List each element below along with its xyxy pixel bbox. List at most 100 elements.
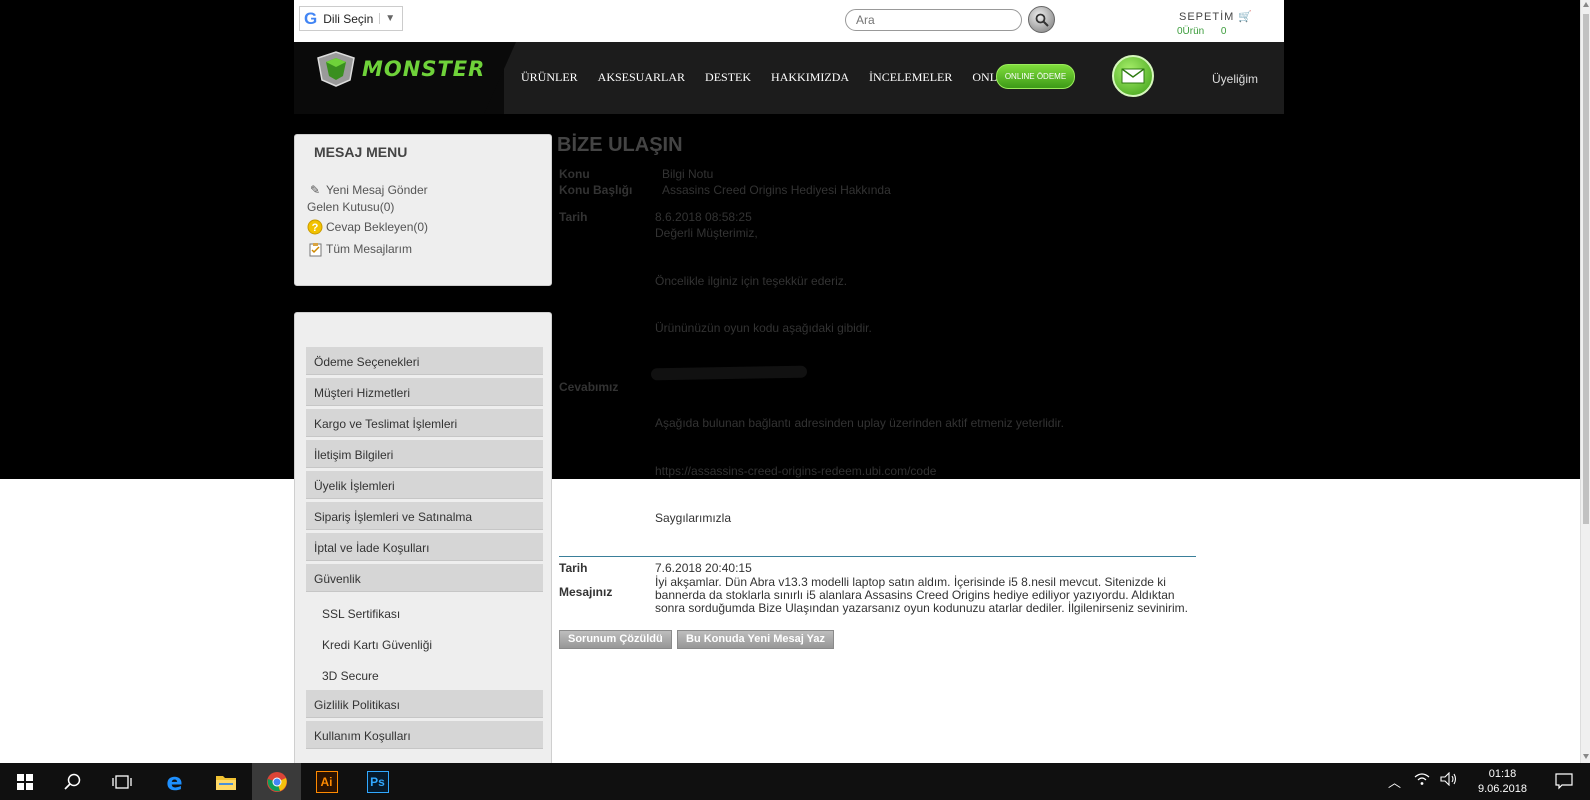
top-bar: G Dili Seçin ▼ SEPETİM🛒 0Ürün 0 (294, 0, 1284, 42)
sidebar-subitem-ssl[interactable]: SSL Sertifikası (322, 607, 400, 621)
question-icon: ? (307, 219, 323, 235)
reply-line: Değerli Müşterimiz, (655, 226, 758, 240)
nav-menu: ÜRÜNLER AKSESUARLAR DESTEK HAKKIMIZDA İN… (521, 70, 1052, 85)
taskbar-search-button[interactable] (48, 763, 97, 800)
vertical-scrollbar[interactable] (1580, 0, 1590, 763)
scrollbar-thumb[interactable] (1583, 14, 1589, 524)
cart-title-text: SEPETİM (1179, 11, 1235, 23)
nav-item-urunler[interactable]: ÜRÜNLER (521, 70, 578, 85)
sidebar-item-orders[interactable]: Sipariş İşlemleri ve Satınalma (306, 502, 543, 530)
reply-line: Saygılarımızla (655, 511, 732, 525)
user-message-label: Mesajınız (559, 585, 613, 599)
new-message-on-topic-button[interactable]: Bu Konuda Yeni Mesaj Yaz (677, 630, 834, 649)
sidebar-item-cancel-return[interactable]: İptal ve İade Koşulları (306, 533, 543, 561)
svg-text:?: ? (312, 222, 319, 234)
scroll-down-arrow-icon[interactable] (1583, 754, 1589, 759)
folder-icon (215, 775, 236, 790)
cart-summary: 0Ürün 0 (1177, 26, 1226, 37)
taskbar-file-explorer[interactable] (201, 763, 250, 800)
taskbar-photoshop[interactable]: Ps (353, 763, 402, 800)
message-menu: MESAJ MENU ✎ Yeni Mesaj Gönder Gelen Kut… (294, 134, 552, 286)
sidebar-item-membership[interactable]: Üyelik İşlemleri (306, 471, 543, 499)
sidebar-item-customer-service[interactable]: Müşteri Hizmetleri (306, 378, 543, 406)
reply-label: Cevabımız (559, 380, 619, 394)
new-message-link[interactable]: ✎ Yeni Mesaj Gönder (307, 182, 428, 198)
logo-cube-icon (317, 51, 355, 87)
message-divider (559, 556, 1196, 557)
website: G Dili Seçin ▼ SEPETİM🛒 0Ürün 0 MONSTER (294, 0, 1284, 772)
sidebar-subitem-3d-secure[interactable]: 3D Secure (322, 669, 379, 683)
mail-button[interactable] (1112, 55, 1154, 97)
nav-item-incelemeler[interactable]: İNCELEMELER (869, 70, 952, 85)
main-nav: MONSTER ÜRÜNLER AKSESUARLAR DESTEK HAKKI… (294, 42, 1284, 114)
sidebar-item-security[interactable]: Güvenlik (306, 564, 543, 592)
task-view-icon (111, 774, 132, 789)
tray-chevron-up-icon[interactable]: ︿ (1388, 772, 1401, 791)
online-payment-button[interactable]: ONLINE ÖDEME (996, 64, 1075, 89)
illustrator-icon: Ai (315, 770, 338, 793)
dropdown-arrow-icon: ▼ (379, 13, 395, 24)
pencil-icon: ✎ (309, 183, 321, 197)
search-button[interactable] (1028, 6, 1055, 33)
language-select[interactable]: G Dili Seçin ▼ (299, 6, 403, 31)
reply-line: Öncelikle ilginiz için teşekkür ederiz. (655, 274, 848, 288)
task-view-button[interactable] (97, 763, 146, 800)
awaiting-reply-label: Cevap Bekleyen(0) (326, 220, 429, 234)
inbox-link[interactable]: Gelen Kutusu(0) (307, 200, 394, 214)
problem-solved-button[interactable]: Sorunum Çözüldü (559, 630, 672, 649)
awaiting-reply-link[interactable]: ? Cevap Bekleyen(0) (307, 219, 428, 235)
redacted-code (650, 365, 808, 381)
user-date-label: Tarih (559, 561, 588, 575)
taskbar-chrome[interactable] (252, 763, 301, 800)
clipboard-icon (307, 241, 323, 257)
cart-count: 0Ürün (1177, 26, 1205, 37)
sidebar-item-payment-options[interactable]: Ödeme Seçenekleri (306, 347, 543, 375)
reply-link[interactable]: https://assassins-creed-origins-redeem.u… (655, 464, 936, 478)
system-clock[interactable]: 01:18 9.06.2018 (1478, 767, 1527, 797)
membership-link[interactable]: Üyeliğim (1212, 72, 1258, 86)
subject-title-label: Konu Başlığı (559, 183, 633, 197)
sidebar-item-terms[interactable]: Kullanım Koşulları (306, 721, 543, 749)
google-icon: G (304, 8, 318, 28)
user-message-text: İyi akşamlar. Dün Abra v13.3 modelli lap… (655, 575, 1188, 615)
notification-center-button[interactable] (1555, 772, 1573, 793)
chrome-icon (266, 771, 287, 792)
subject-label: Konu (559, 167, 590, 181)
cart-total: 0 (1220, 26, 1227, 37)
sidebar-item-shipping[interactable]: Kargo ve Teslimat İşlemleri (306, 409, 543, 437)
all-messages-label: Tüm Mesajlarım (326, 242, 413, 256)
subject-title-value: Assasins Creed Origins Hediyesi Hakkında (662, 183, 891, 197)
inbox-label: Gelen Kutusu(0) (307, 200, 395, 214)
clock-date: 9.06.2018 (1478, 783, 1527, 795)
windows-taskbar: e Ai Ps ︿ 01:18 9.06.2018 (0, 763, 1590, 800)
search-input[interactable] (845, 9, 1022, 31)
mail-icon (1121, 68, 1145, 84)
reply-date-label: Tarih (559, 210, 588, 224)
wifi-icon[interactable] (1414, 772, 1430, 789)
nav-item-hakkimizda[interactable]: HAKKIMIZDA (771, 70, 849, 85)
cart-title[interactable]: SEPETİM 🛒 (1179, 10, 1253, 23)
search-icon (1035, 13, 1049, 27)
sidebar-subitem-card-security[interactable]: Kredi Kartı Güvenliği (322, 638, 432, 652)
nav-item-destek[interactable]: DESTEK (705, 70, 751, 85)
monster-logo[interactable]: MONSTER (314, 50, 485, 88)
all-messages-link[interactable]: Tüm Mesajlarım (307, 241, 412, 257)
taskbar-illustrator[interactable]: Ai (302, 763, 351, 800)
scroll-up-arrow-icon[interactable] (1583, 2, 1589, 7)
sidebar-item-contact-info[interactable]: İletişim Bilgileri (306, 440, 543, 468)
clock-time: 01:18 (1488, 768, 1517, 780)
page-title: BİZE ULAŞIN (557, 134, 683, 156)
cart-icon: 🛒 (1238, 11, 1253, 23)
windows-start-button[interactable] (0, 763, 49, 800)
reply-date-value: 8.6.2018 08:58:25 (655, 210, 752, 224)
reply-line: Aşağıda bulunan bağlantı adresinden upla… (655, 416, 1064, 430)
sidebar-item-privacy[interactable]: Gizlilik Politikası (306, 690, 543, 718)
edge-icon: e (166, 767, 183, 796)
taskbar-edge[interactable]: e (150, 763, 199, 800)
new-message-label: Yeni Mesaj Gönder (326, 183, 428, 197)
volume-icon[interactable] (1440, 771, 1458, 789)
user-date-value: 7.6.2018 20:40:15 (655, 561, 752, 575)
message-menu-title: MESAJ MENU (314, 144, 408, 160)
logo-slant (484, 42, 516, 114)
nav-item-aksesuarlar[interactable]: AKSESUARLAR (598, 70, 685, 85)
